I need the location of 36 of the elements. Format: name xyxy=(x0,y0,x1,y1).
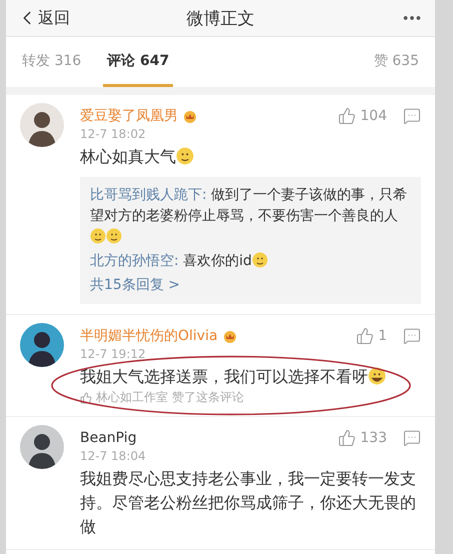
user-name[interactable]: 半明媚半忧伤的Olivia xyxy=(80,327,218,345)
comment-time: 12-7 19:12 xyxy=(80,347,147,361)
comment-time: 12-7 18:04 xyxy=(80,449,147,463)
emoji-icon xyxy=(252,252,268,268)
comment-text: 我姐费尽心思支持老公事业，我一定要转一发支持。尽管老公粉丝把你骂成筛子，你还大无畏的做 xyxy=(80,469,416,536)
emoji-icon xyxy=(90,228,106,244)
emoji-icon xyxy=(176,147,194,165)
like-button[interactable]: 1 xyxy=(356,327,387,345)
more-replies-link[interactable]: 共15条回复 > xyxy=(90,277,180,293)
reply-text: 北方的孙悟空: 喜欢你的id xyxy=(90,251,411,272)
tab[interactable]: 转发 316 xyxy=(18,37,86,87)
thumbs-up-icon xyxy=(338,429,356,447)
crown-badge-icon xyxy=(182,109,198,123)
crown-badge-icon xyxy=(222,329,238,343)
comment-text: 林心如真大气 xyxy=(80,147,176,166)
thumbs-up-icon xyxy=(80,392,92,404)
like-button[interactable]: 133 xyxy=(338,429,387,447)
comment-text: 我姐大气选择送票，我们可以选择不看呀 xyxy=(80,367,368,386)
tab[interactable]: 赞 635 xyxy=(370,37,423,87)
emoji-icon xyxy=(106,228,122,244)
thumbs-up-icon xyxy=(356,327,374,345)
back-button[interactable]: 返回 xyxy=(16,7,70,29)
reply-author[interactable]: 比哥骂到贱人跪下: xyxy=(90,187,207,203)
comment-icon[interactable] xyxy=(403,107,421,125)
comment-icon[interactable] xyxy=(403,429,421,447)
user-name[interactable]: BeanPig xyxy=(80,430,137,446)
emoji-icon xyxy=(368,367,386,385)
thumbs-up-icon xyxy=(338,107,356,125)
reply-author[interactable]: 北方的孙悟空: xyxy=(90,253,179,269)
page-title: 微博正文 xyxy=(186,8,254,30)
comment-time: 12-7 18:02 xyxy=(80,127,147,141)
reply-text: 比哥骂到贱人跪下: 做到了一个妻子该做的事，只希望对方的老婆粉停止辱骂，不要伤害一个善良的人 xyxy=(90,185,411,248)
liked-by-text: 林心如工作室 赞了这条评论 xyxy=(96,389,244,406)
comment-icon[interactable] xyxy=(403,327,421,345)
user-name[interactable]: 爱豆娶了凤凰男 xyxy=(80,107,178,125)
like-button[interactable]: 104 xyxy=(338,107,387,125)
